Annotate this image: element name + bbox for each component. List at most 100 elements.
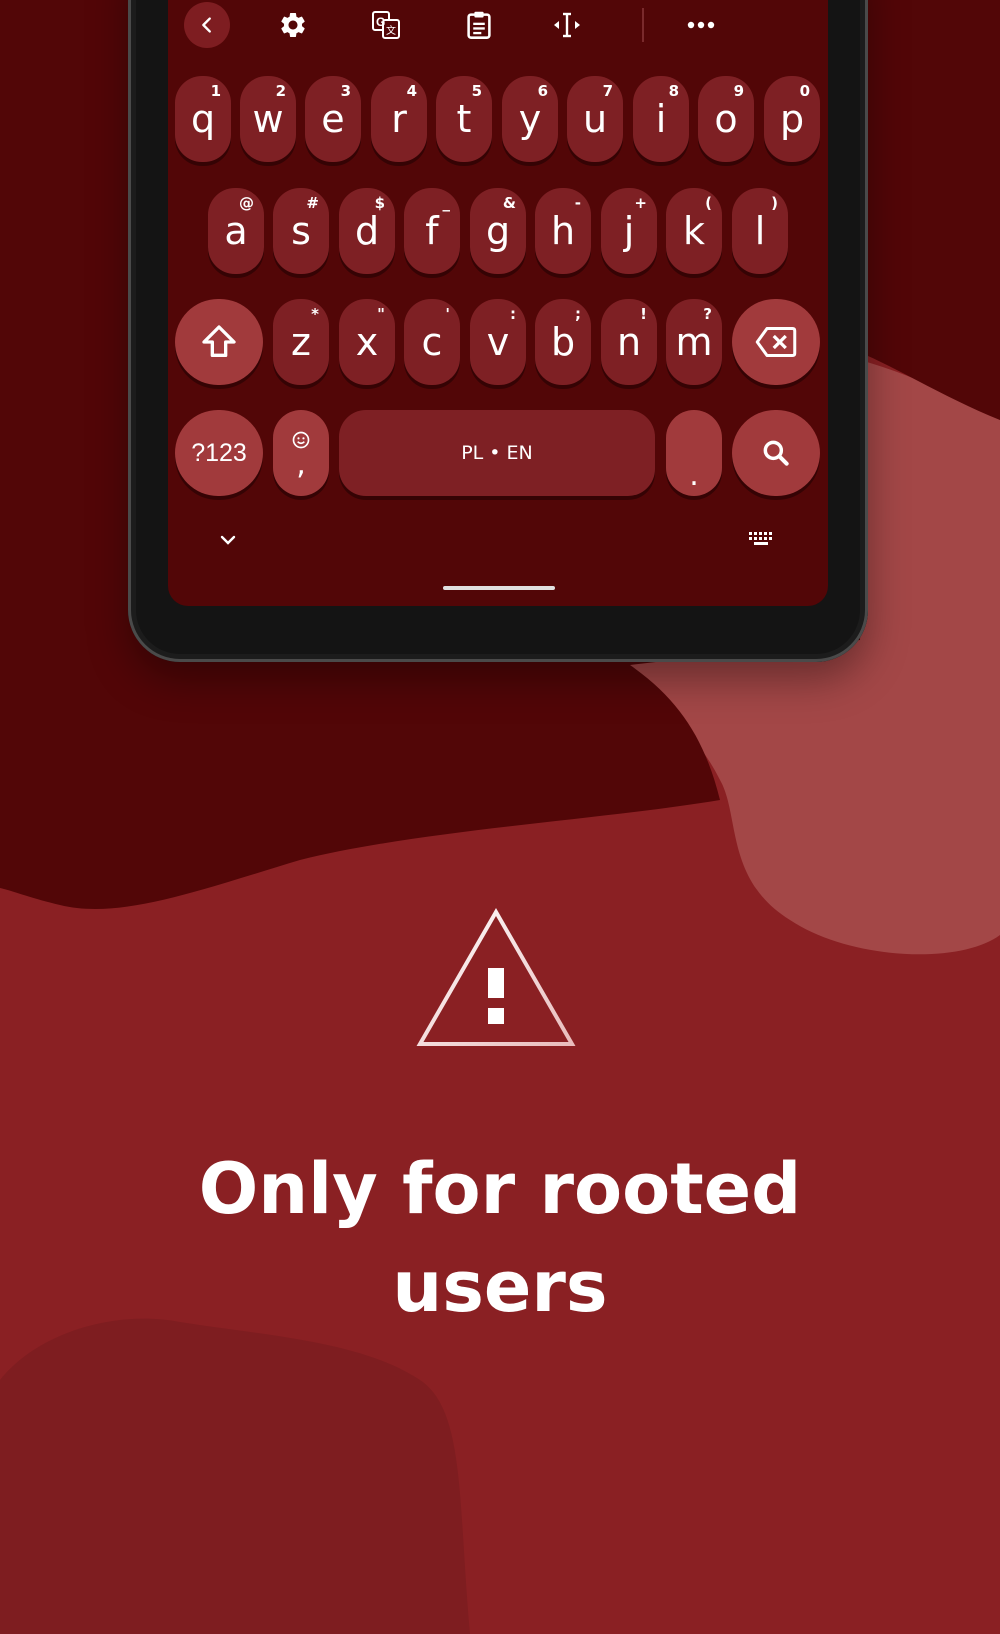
key-label: i bbox=[655, 97, 667, 141]
key-t[interactable]: 5t bbox=[436, 76, 492, 162]
key-label: p bbox=[779, 97, 805, 141]
key-hint: + bbox=[634, 194, 647, 212]
keyboard-screen: G 文 1 q 2 w 3 e 4 r 5 t 6 y 7 u 8 i 9 o … bbox=[168, 0, 828, 606]
translate-icon[interactable]: G 文 bbox=[363, 2, 409, 48]
key-a[interactable]: @ a bbox=[208, 188, 264, 274]
key-label: o bbox=[714, 97, 738, 141]
key-label: w bbox=[252, 97, 284, 141]
key-label: r bbox=[391, 97, 407, 141]
key-label: l bbox=[754, 209, 766, 253]
key-hint: 5 bbox=[471, 82, 482, 100]
shift-key[interactable] bbox=[175, 299, 263, 385]
key-k[interactable]: (k bbox=[666, 188, 722, 274]
key-hint: 2 bbox=[275, 82, 286, 100]
key-e[interactable]: 3e bbox=[305, 76, 361, 162]
key-s[interactable]: # s bbox=[273, 188, 329, 274]
key-h[interactable]: -h bbox=[535, 188, 591, 274]
key-hint: 7 bbox=[602, 82, 613, 100]
key-c[interactable]: ' c bbox=[404, 299, 460, 385]
key-r[interactable]: 4r bbox=[371, 76, 427, 162]
key-hint: @ bbox=[239, 194, 254, 212]
shift-icon bbox=[202, 325, 236, 357]
key-hint: ! bbox=[640, 305, 647, 323]
key-hint: " bbox=[377, 305, 385, 323]
comma-emoji-key[interactable]: , bbox=[273, 410, 329, 496]
key-hint: ; bbox=[575, 305, 581, 323]
key-z[interactable]: * z bbox=[273, 299, 329, 385]
space-key[interactable]: PL • EN bbox=[339, 410, 655, 496]
key-hint: ) bbox=[771, 194, 778, 212]
keyboard-switch-icon[interactable] bbox=[748, 530, 774, 552]
key-label: a bbox=[224, 209, 248, 253]
clipboard-icon[interactable] bbox=[456, 2, 502, 48]
key-q[interactable]: 1q bbox=[175, 76, 231, 162]
toolbar-divider bbox=[642, 8, 644, 42]
svg-text:G: G bbox=[376, 15, 385, 29]
key-hint: 3 bbox=[340, 82, 351, 100]
symbols-key[interactable]: ?123 bbox=[175, 410, 263, 496]
key-n[interactable]: ! n bbox=[601, 299, 657, 385]
key-hint: ' bbox=[445, 305, 450, 323]
cursor-move-icon[interactable] bbox=[544, 2, 590, 48]
key-l[interactable]: ) l bbox=[732, 188, 788, 274]
search-icon bbox=[763, 440, 789, 466]
space-key-label: PL • EN bbox=[461, 442, 533, 464]
key-label: t bbox=[456, 97, 472, 141]
key-label: q bbox=[190, 97, 216, 141]
key-hint: 0 bbox=[799, 82, 810, 100]
key-label: m bbox=[675, 320, 713, 364]
key-hint: * bbox=[311, 305, 319, 323]
key-d[interactable]: $ d bbox=[339, 188, 395, 274]
headline-line-1: Only for rooted bbox=[198, 1148, 802, 1230]
backspace-key[interactable] bbox=[732, 299, 820, 385]
chevron-left-icon[interactable] bbox=[184, 2, 230, 48]
key-hint: 1 bbox=[210, 82, 221, 100]
key-j[interactable]: + j bbox=[601, 188, 657, 274]
key-label: k bbox=[682, 209, 705, 253]
key-hint: : bbox=[510, 305, 516, 323]
key-g[interactable]: & g bbox=[470, 188, 526, 274]
bottom-blob bbox=[0, 1318, 470, 1634]
key-label: c bbox=[421, 320, 443, 364]
key-hint: & bbox=[502, 194, 516, 212]
key-o[interactable]: 9o bbox=[698, 76, 754, 162]
key-hint: $ bbox=[374, 194, 385, 212]
key-hint: ( bbox=[705, 194, 712, 212]
key-label: f bbox=[425, 209, 439, 253]
key-m[interactable]: ? m bbox=[666, 299, 722, 385]
key-hint: # bbox=[306, 194, 319, 212]
key-label: y bbox=[518, 97, 542, 141]
key-hint: _ bbox=[442, 194, 451, 212]
key-w[interactable]: 2w bbox=[240, 76, 296, 162]
key-f[interactable]: _ f bbox=[404, 188, 460, 274]
key-hint: 9 bbox=[733, 82, 744, 100]
more-icon[interactable] bbox=[678, 2, 724, 48]
key-label: v bbox=[486, 320, 510, 364]
search-key[interactable] bbox=[732, 410, 820, 496]
key-label: b bbox=[550, 320, 576, 364]
key-label: z bbox=[291, 320, 311, 364]
key-hint: ? bbox=[703, 305, 712, 323]
headline-line-2: users bbox=[392, 1246, 608, 1328]
svg-text:文: 文 bbox=[386, 24, 396, 37]
key-label: d bbox=[354, 209, 380, 253]
key-x[interactable]: " x bbox=[339, 299, 395, 385]
key-v[interactable]: :v bbox=[470, 299, 526, 385]
key-b[interactable]: ; b bbox=[535, 299, 591, 385]
key-p[interactable]: 0p bbox=[764, 76, 820, 162]
key-u[interactable]: 7u bbox=[567, 76, 623, 162]
key-label: s bbox=[291, 209, 311, 253]
key-hint: 4 bbox=[406, 82, 417, 100]
key-label: j bbox=[623, 209, 635, 253]
key-y[interactable]: 6y bbox=[502, 76, 558, 162]
home-indicator bbox=[443, 586, 555, 590]
key-hint: 8 bbox=[668, 82, 679, 100]
key-hint: - bbox=[574, 194, 581, 212]
gear-icon[interactable] bbox=[270, 2, 316, 48]
period-key[interactable]: . bbox=[666, 410, 722, 496]
period-label: . bbox=[689, 458, 699, 493]
chevron-down-icon[interactable] bbox=[216, 528, 240, 556]
key-label: u bbox=[582, 97, 608, 141]
key-i[interactable]: 8i bbox=[633, 76, 689, 162]
warning-icon bbox=[416, 907, 576, 1046]
